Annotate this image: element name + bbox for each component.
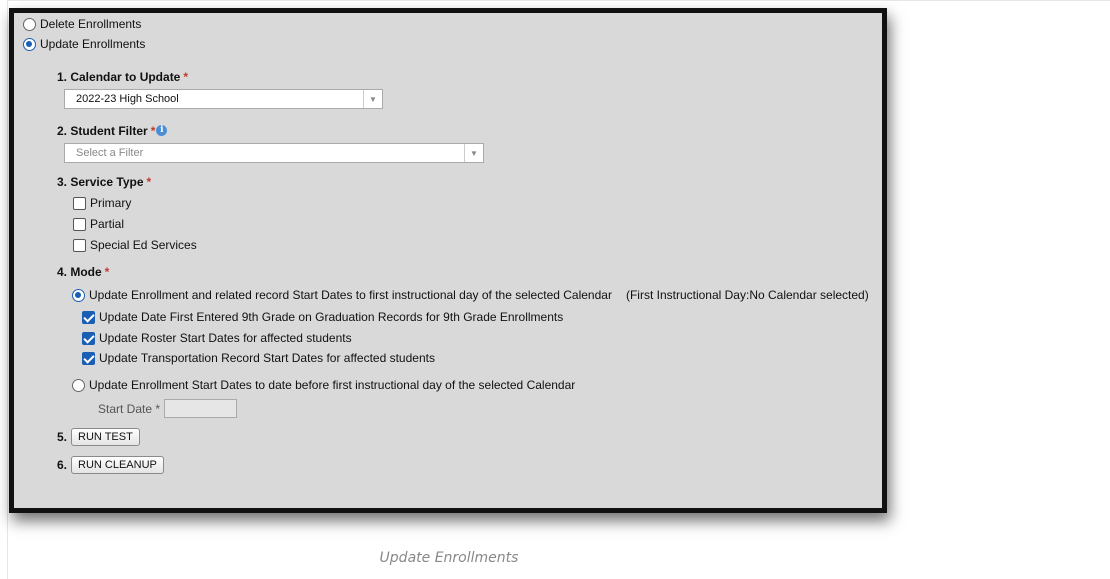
partial-label: Partial <box>90 217 125 231</box>
service-type-partial[interactable]: Partial <box>73 217 124 231</box>
mode-heading-text: 4. Mode <box>57 265 102 279</box>
sub-option-graduation-records[interactable]: Update Date First Entered 9th Grade on G… <box>82 310 563 324</box>
student-filter-select[interactable]: Select a Filter ▼ <box>64 143 484 163</box>
required-marker: * <box>150 124 156 138</box>
student-filter-placeholder: Select a Filter <box>76 147 144 159</box>
image-caption: Update Enrollments <box>379 550 519 566</box>
run-cleanup-row: 6. RUN CLEANUP <box>57 456 164 474</box>
update-enrollments-option[interactable]: Update Enrollments <box>23 37 145 51</box>
update-enrollments-label: Update Enrollments <box>40 37 146 51</box>
start-date-label: Start Date * <box>98 402 160 416</box>
run-test-step-number: 5. <box>57 430 68 444</box>
run-test-row: 5. RUN TEST <box>57 428 140 446</box>
start-date-input[interactable] <box>164 399 238 418</box>
calendar-heading-text: 1. Calendar to Update <box>57 70 181 84</box>
primary-checkbox[interactable] <box>73 196 86 210</box>
start-date-row: Start Date * <box>98 399 238 418</box>
calendar-selected-value: 2022-23 High School <box>76 93 179 105</box>
calendar-heading: 1. Calendar to Update * <box>57 70 188 84</box>
first-instructional-day-note: (First Instructional Day:No Calendar sel… <box>625 288 869 302</box>
transportation-checkbox[interactable] <box>82 351 95 365</box>
special-ed-label: Special Ed Services <box>90 238 197 252</box>
special-ed-checkbox[interactable] <box>73 238 86 252</box>
mode-option-before-first-day[interactable]: Update Enrollment Start Dates to date be… <box>72 378 575 392</box>
run-cleanup-step-number: 6. <box>57 458 68 472</box>
graduation-records-label: Update Date First Entered 9th Grade on G… <box>99 310 564 324</box>
service-type-primary[interactable]: Primary <box>73 196 131 210</box>
start-date-label-text: Start Date <box>98 401 153 416</box>
run-test-button[interactable]: RUN TEST <box>71 428 140 446</box>
transportation-label: Update Transportation Record Start Dates… <box>99 351 435 365</box>
roster-label: Update Roster Start Dates for affected s… <box>99 331 352 345</box>
mode-heading: 4. Mode * <box>57 265 109 279</box>
student-filter-heading-text: 2. Student Filter <box>57 124 148 138</box>
graduation-records-checkbox[interactable] <box>82 310 95 324</box>
roster-checkbox[interactable] <box>82 331 95 345</box>
delete-enrollments-option[interactable]: Delete Enrollments <box>23 17 141 31</box>
chevron-down-icon: ▼ <box>363 90 382 108</box>
student-filter-heading: 2. Student Filter * i <box>57 124 168 139</box>
service-type-special-ed[interactable]: Special Ed Services <box>73 238 197 252</box>
required-marker: * <box>146 175 152 189</box>
mode-option1-label: Update Enrollment and related record Sta… <box>89 288 612 302</box>
chevron-down-icon: ▼ <box>464 144 483 162</box>
mode-option2-label: Update Enrollment Start Dates to date be… <box>89 378 576 392</box>
service-type-heading: 3. Service Type * <box>57 175 151 189</box>
update-enrollments-radio[interactable] <box>23 37 36 51</box>
delete-enrollments-label: Delete Enrollments <box>40 17 142 31</box>
delete-enrollments-radio[interactable] <box>23 17 36 31</box>
mode-option2-radio[interactable] <box>72 378 85 392</box>
partial-checkbox[interactable] <box>73 217 86 231</box>
mode-option1-radio[interactable] <box>72 288 85 302</box>
mode-option-first-instructional-day[interactable]: Update Enrollment and related record Sta… <box>72 288 869 302</box>
start-date-required: * <box>155 401 161 416</box>
service-type-heading-text: 3. Service Type <box>57 175 144 189</box>
calendar-select[interactable]: 2022-23 High School ▼ <box>64 89 383 109</box>
sub-option-roster[interactable]: Update Roster Start Dates for affected s… <box>82 331 352 345</box>
sub-option-transportation[interactable]: Update Transportation Record Start Dates… <box>82 351 435 365</box>
required-marker: * <box>183 70 189 84</box>
info-icon[interactable]: i <box>156 125 168 136</box>
run-cleanup-button[interactable]: RUN CLEANUP <box>71 456 164 474</box>
primary-label: Primary <box>90 196 132 210</box>
required-marker: * <box>104 265 110 279</box>
